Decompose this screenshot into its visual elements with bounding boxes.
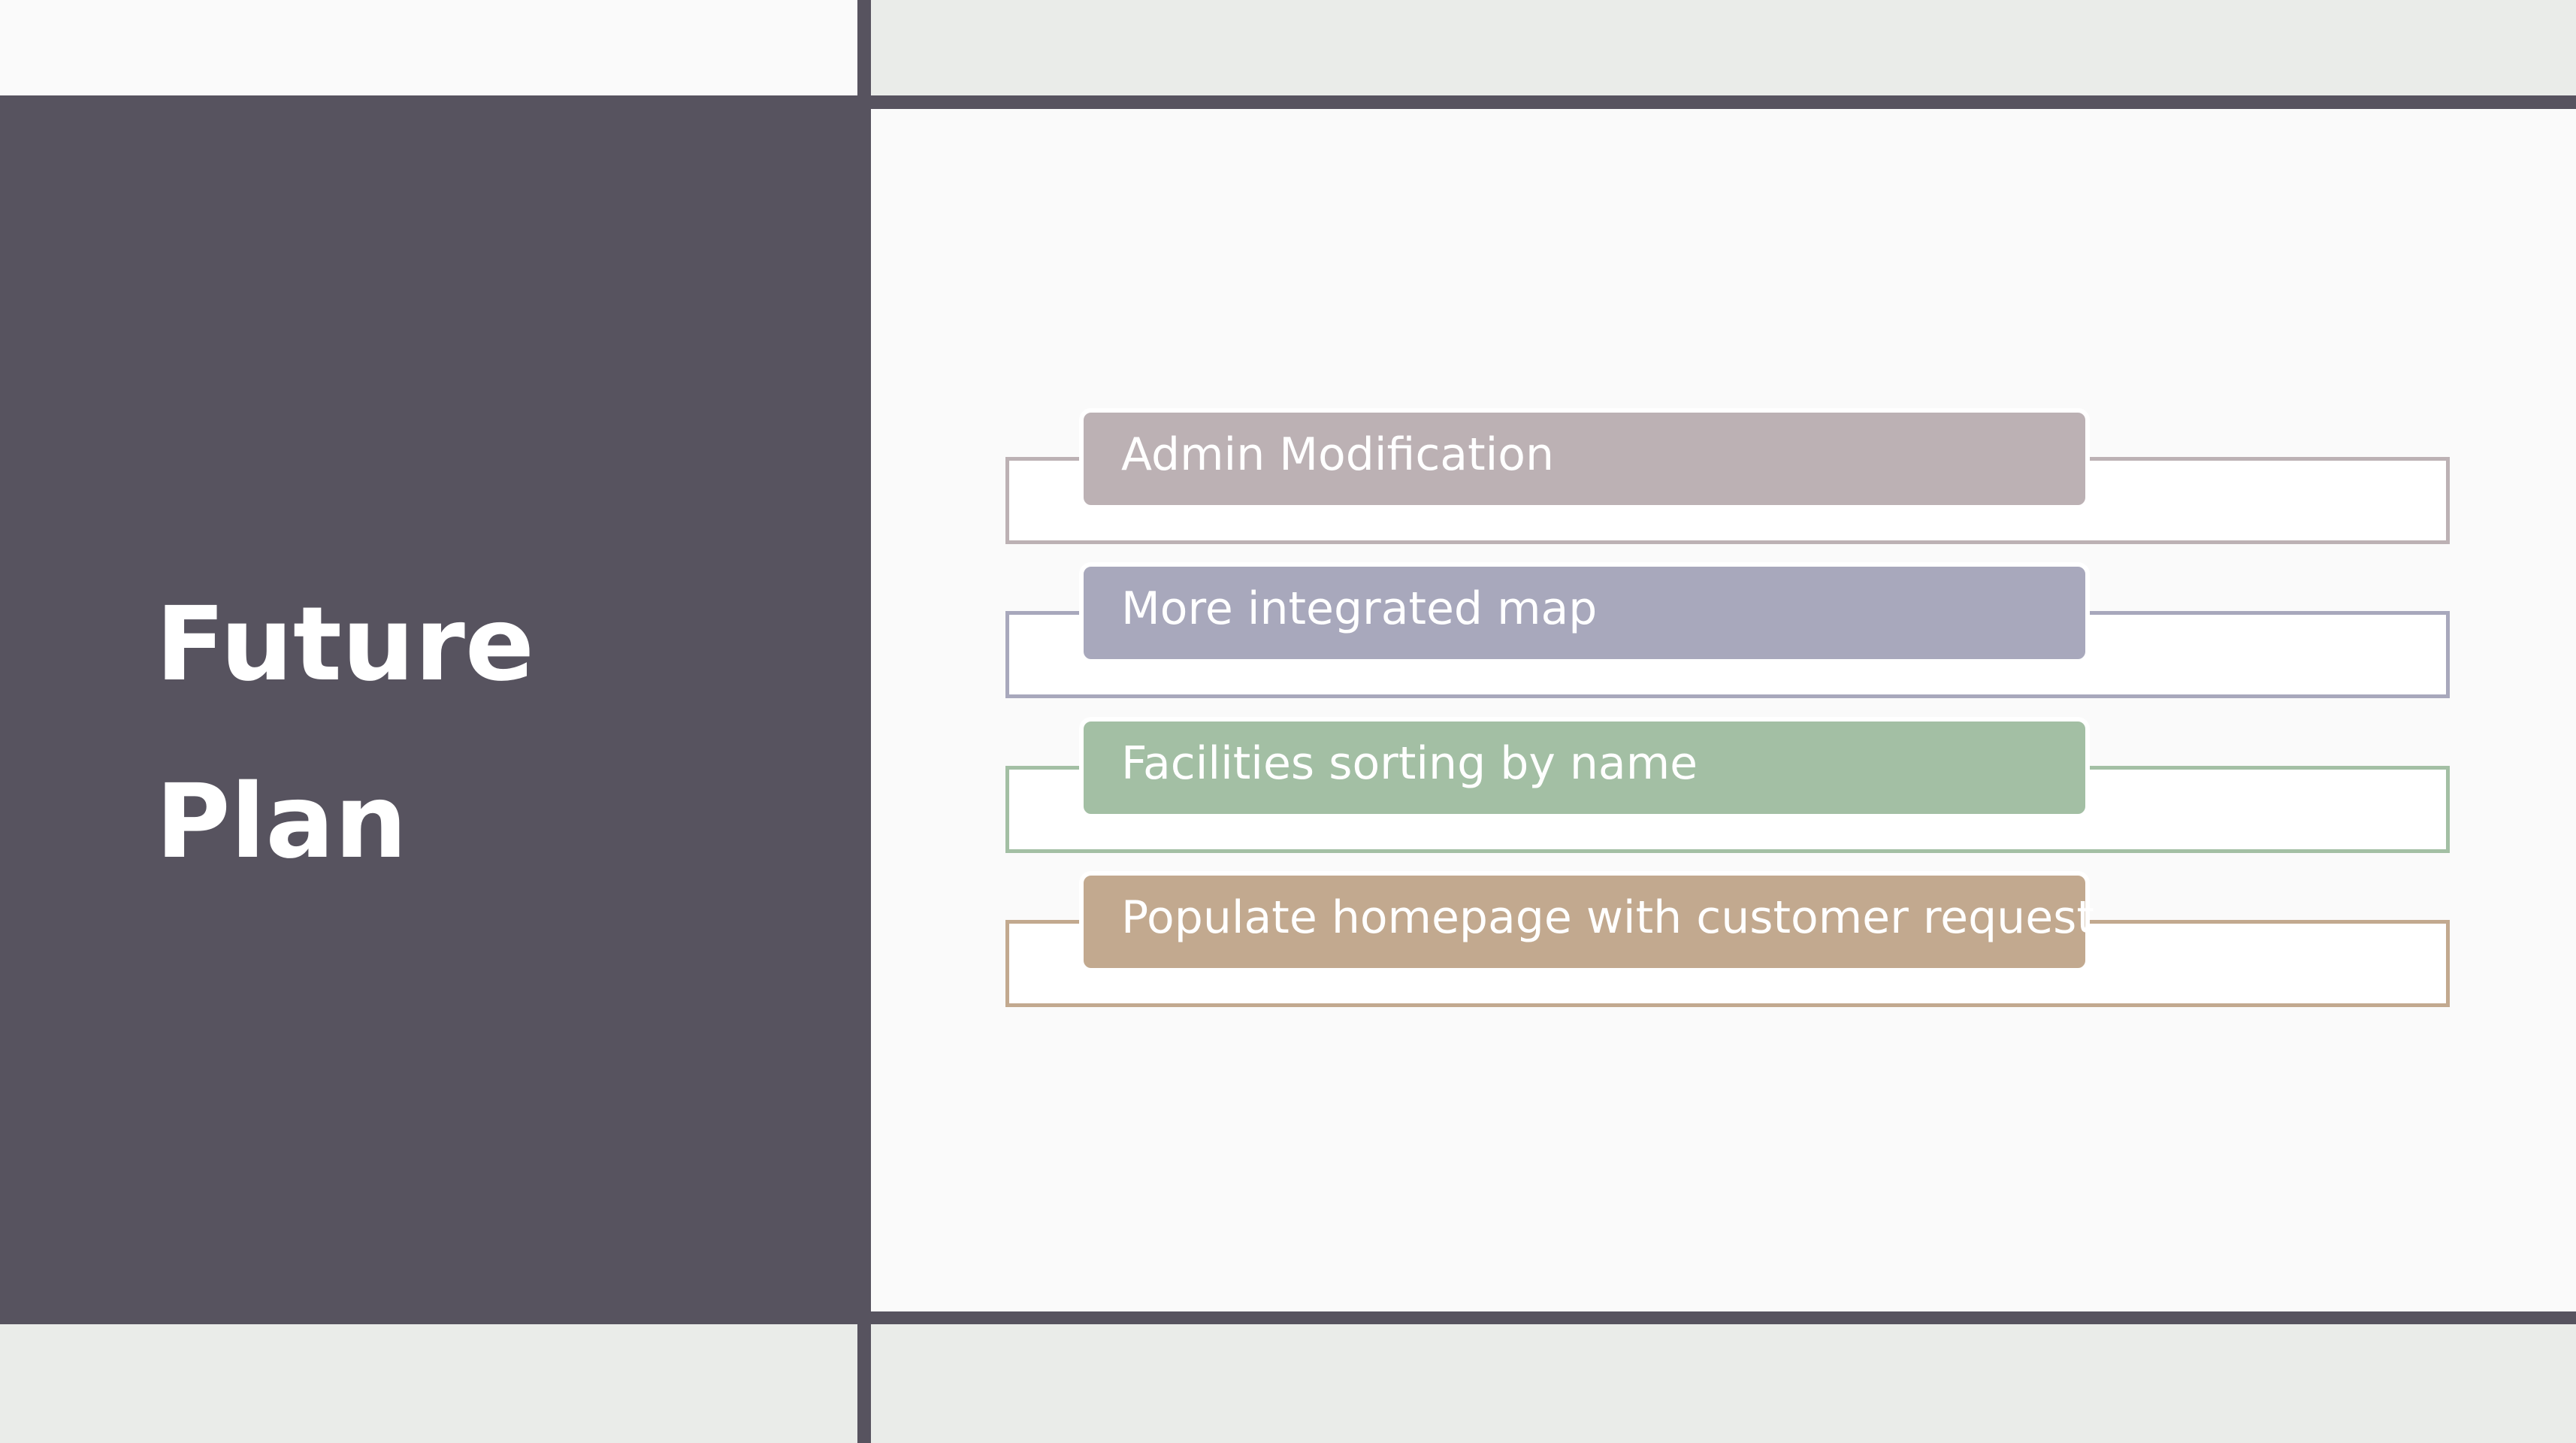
top-left-band <box>0 0 857 95</box>
plan-item: More integrated map <box>1079 562 2090 664</box>
bottom-divider-rule <box>871 1311 2576 1324</box>
top-right-band <box>871 0 2576 95</box>
plan-item: Admin Modification <box>1079 408 2090 510</box>
bottom-right-band <box>871 1324 2576 1443</box>
plan-item: Populate homepage with customer request <box>1079 871 2094 973</box>
bottom-left-band <box>0 1324 857 1443</box>
vertical-divider-bottom <box>857 1324 871 1443</box>
plan-item: Facilities sorting by name <box>1079 717 2090 818</box>
top-divider-rule <box>871 95 2576 109</box>
slide-title-line-2: Plan <box>156 763 407 882</box>
content-area <box>871 109 2576 1311</box>
slide-title-line-1: Future <box>156 585 535 704</box>
vertical-divider-top <box>857 0 871 95</box>
slide-title: Future Plan <box>156 556 832 911</box>
